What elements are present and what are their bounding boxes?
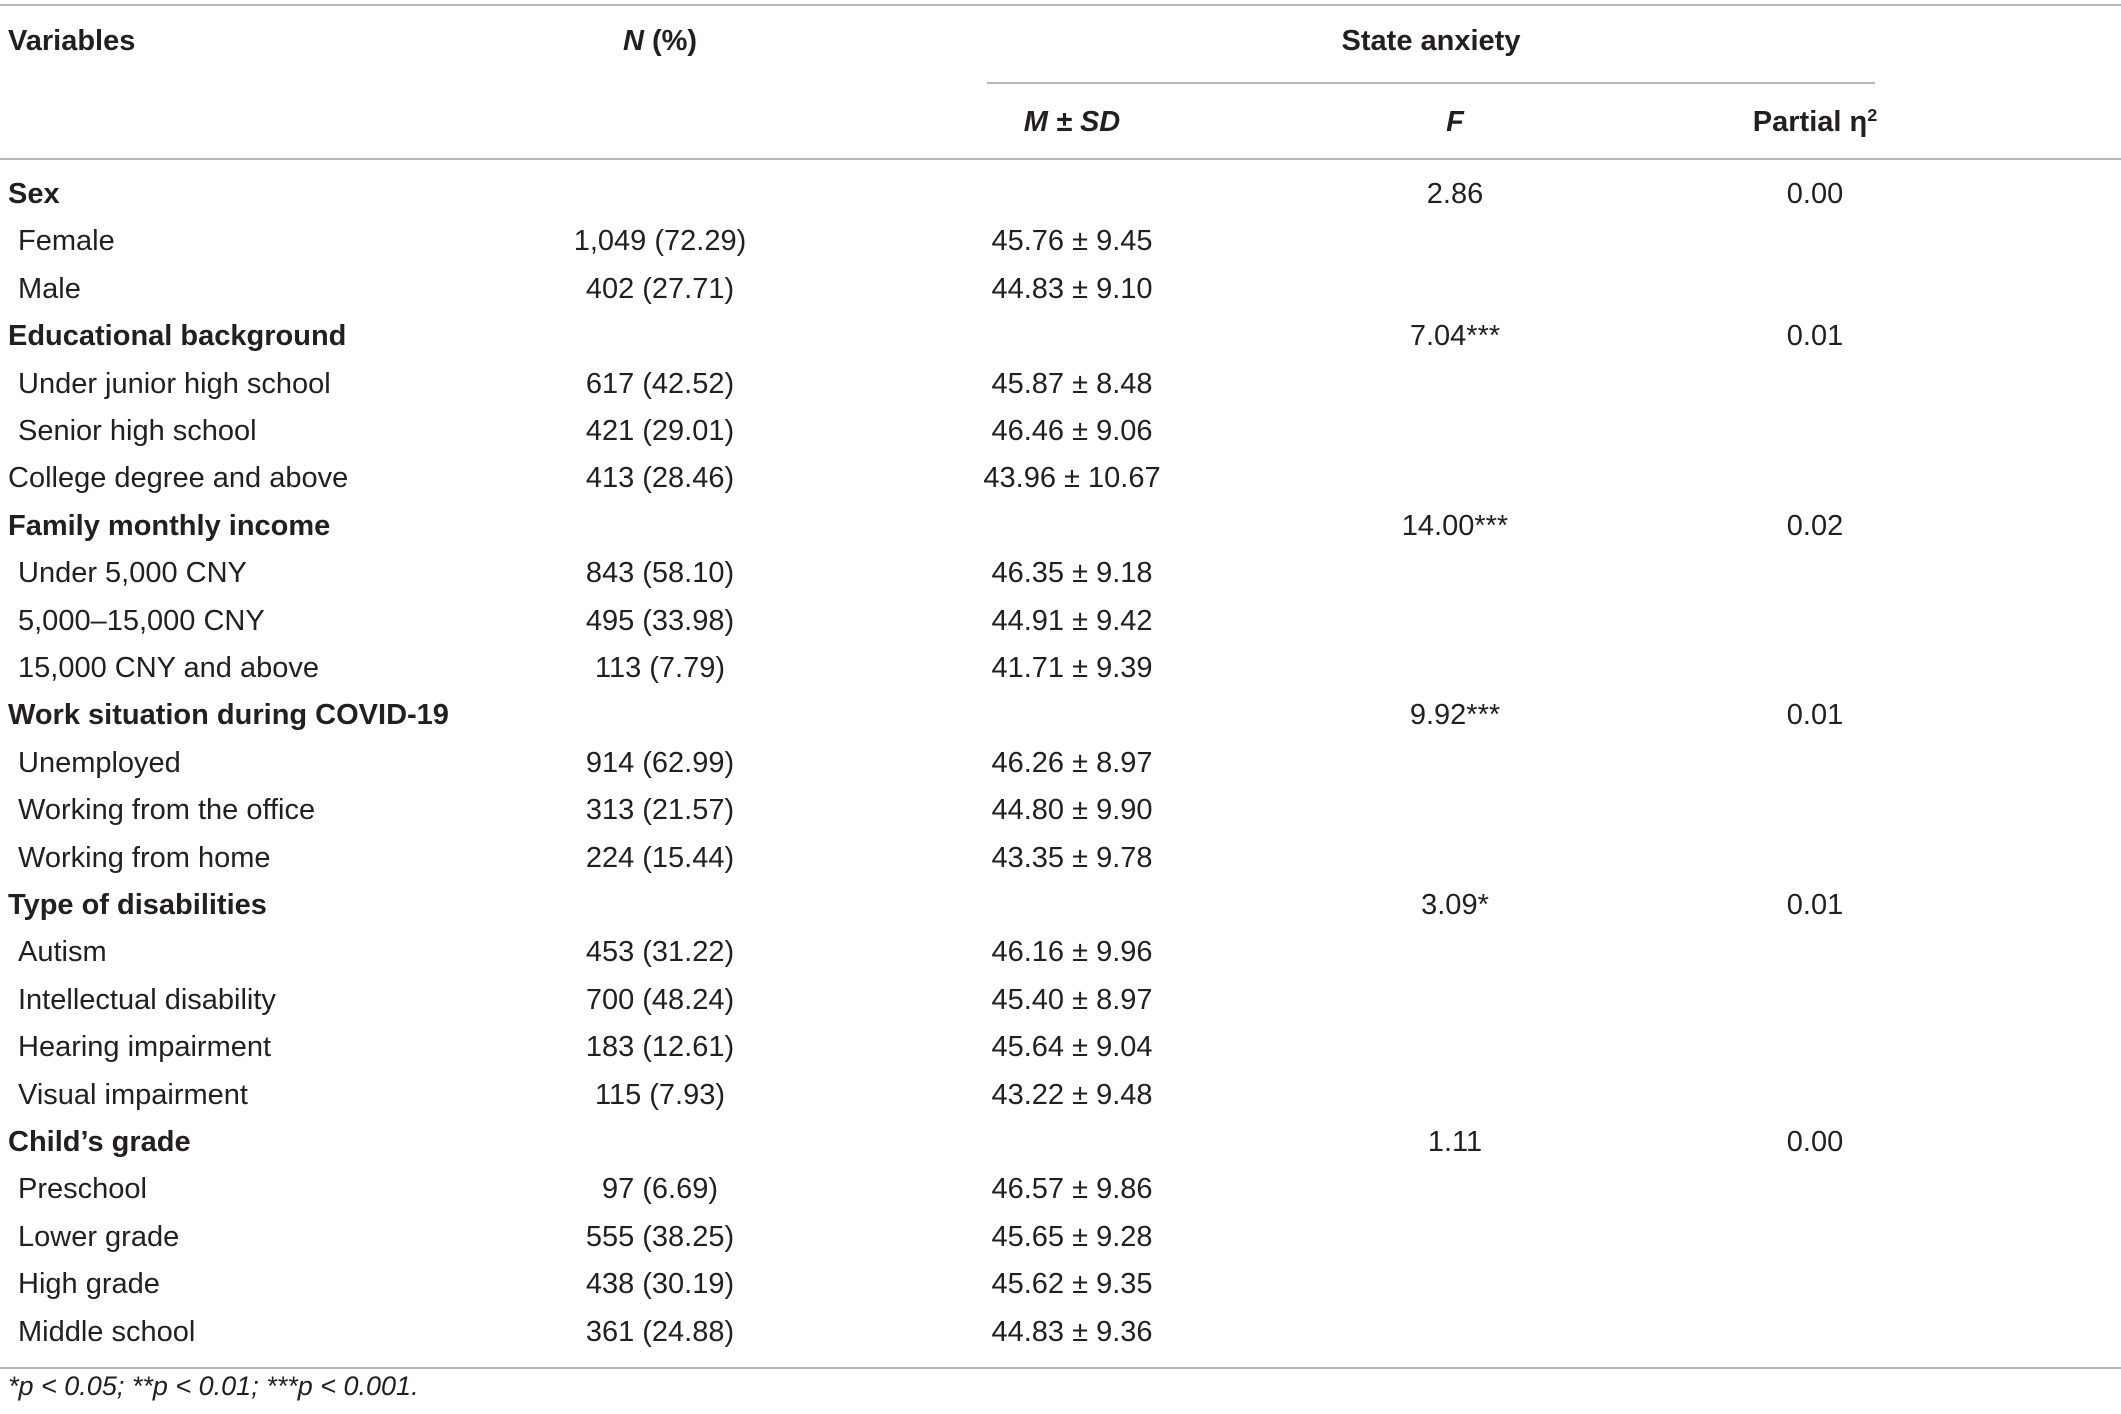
partial-eta-cell: 0.01 [1786,320,1844,352]
header-variables: Variables [8,25,136,57]
header-partial-eta-label: Partial η [1752,106,1868,138]
n-percent-cell: 224 (15.44) [585,842,735,874]
n-percent-cell: 97 (6.69) [601,1173,719,1205]
row-label: Senior high school [18,415,257,447]
mean-sd-cell: 43.35 ± 9.78 [991,842,1153,874]
n-percent-cell: 1,049 (72.29) [573,225,747,257]
row-label: 15,000 CNY and above [18,652,319,684]
f-value-cell: 1.11 [1427,1126,1483,1158]
n-percent-cell: 361 (24.88) [585,1316,735,1348]
top-rule [0,4,2121,6]
group-label: Work situation during COVID-19 [8,699,449,731]
header-partial-eta: Partial η2 [1665,98,1965,146]
f-value-cell: 2.86 [1426,178,1484,210]
mean-sd-cell: 45.64 ± 9.04 [991,1031,1153,1063]
f-value-cell: 3.09* [1421,889,1489,921]
header-bottom-rule [0,158,2121,160]
mean-sd-cell: 45.87 ± 8.48 [991,368,1153,400]
row-label: Lower grade [18,1221,180,1253]
mean-sd-cell: 45.76 ± 9.45 [991,225,1153,257]
row-label: Under junior high school [18,368,331,400]
group-label: Family monthly income [8,510,331,542]
f-value-cell: 14.00*** [1401,510,1509,542]
header-n-italic: N [622,25,644,57]
header-state-anxiety: State anxiety [1341,25,1521,57]
row-label: Working from home [18,842,271,874]
row-label: Visual impairment [18,1079,248,1111]
mean-sd-cell: 46.35 ± 9.18 [991,557,1153,589]
mean-sd-cell: 43.96 ± 10.67 [983,462,1161,494]
n-percent-cell: 495 (33.98) [585,605,735,637]
partial-eta-cell: 0.00 [1786,1126,1844,1158]
n-percent-cell: 421 (29.01) [585,415,735,447]
n-percent-cell: 438 (30.19) [585,1268,735,1300]
n-percent-cell: 413 (28.46) [585,462,735,494]
n-percent-cell: 555 (38.25) [585,1221,735,1253]
row-label: High grade [18,1268,160,1300]
group-label: Child’s grade [8,1126,191,1158]
mean-sd-cell: 45.62 ± 9.35 [991,1268,1153,1300]
table-bottom-rule [0,1367,2121,1369]
mean-sd-cell: 44.83 ± 9.36 [991,1316,1153,1348]
header-n-percent: N (%) [470,17,850,65]
row-label: Under 5,000 CNY [18,557,247,589]
n-percent-cell: 313 (21.57) [585,794,735,826]
n-percent-cell: 183 (12.61) [585,1031,735,1063]
partial-eta-cell: 0.01 [1786,889,1844,921]
mean-sd-cell: 44.80 ± 9.90 [991,794,1153,826]
mean-sd-cell: 44.91 ± 9.42 [991,605,1153,637]
row-label: Unemployed [18,747,181,779]
mean-sd-cell: 41.71 ± 9.39 [991,652,1153,684]
mean-sd-cell: 46.57 ± 9.86 [991,1173,1153,1205]
mean-sd-cell: 44.83 ± 9.10 [991,273,1153,305]
row-label: Middle school [18,1316,196,1348]
partial-eta-cell: 0.02 [1786,510,1844,542]
row-label: Male [18,273,81,305]
n-percent-cell: 402 (27.71) [585,273,735,305]
mean-sd-cell: 46.46 ± 9.06 [991,415,1153,447]
header-m-sd: M ± SD [1023,106,1121,138]
n-percent-cell: 843 (58.10) [585,557,735,589]
mean-sd-cell: 46.26 ± 8.97 [991,747,1153,779]
mean-sd-cell: 45.65 ± 9.28 [991,1221,1153,1253]
f-value-cell: 9.92*** [1409,699,1501,731]
row-label: 5,000–15,000 CNY [18,605,265,637]
partial-eta-cell: 0.00 [1786,178,1844,210]
group-label: Type of disabilities [8,889,267,921]
row-label: Hearing impairment [18,1031,272,1063]
mean-sd-cell: 46.16 ± 9.96 [991,936,1153,968]
header-f: F [1446,106,1464,138]
header-n-rest: (%) [643,25,698,57]
n-percent-cell: 914 (62.99) [585,747,735,779]
row-label: College degree and above [8,462,349,494]
group-label: Educational background [8,320,347,352]
n-percent-cell: 115 (7.93) [594,1079,726,1111]
f-value-cell: 7.04*** [1409,320,1501,352]
n-percent-cell: 700 (48.24) [585,984,735,1016]
n-percent-cell: 113 (7.79) [594,652,726,684]
row-label: Working from the office [18,794,316,826]
row-label: Female [18,225,115,257]
row-label: Intellectual disability [18,984,276,1016]
mean-sd-cell: 45.40 ± 8.97 [991,984,1153,1016]
partial-eta-cell: 0.01 [1786,699,1844,731]
mean-sd-cell: 43.22 ± 9.48 [991,1079,1153,1111]
n-percent-cell: 617 (42.52) [585,368,735,400]
row-label: Preschool [18,1173,147,1205]
header-partial-eta-sup: 2 [1867,105,1878,126]
n-percent-cell: 453 (31.22) [585,936,735,968]
row-label: Autism [18,936,107,968]
state-anxiety-underline [987,82,1875,84]
group-label: Sex [8,178,60,210]
table-footnote: *p < 0.05; **p < 0.01; ***p < 0.001. [8,1371,419,1401]
